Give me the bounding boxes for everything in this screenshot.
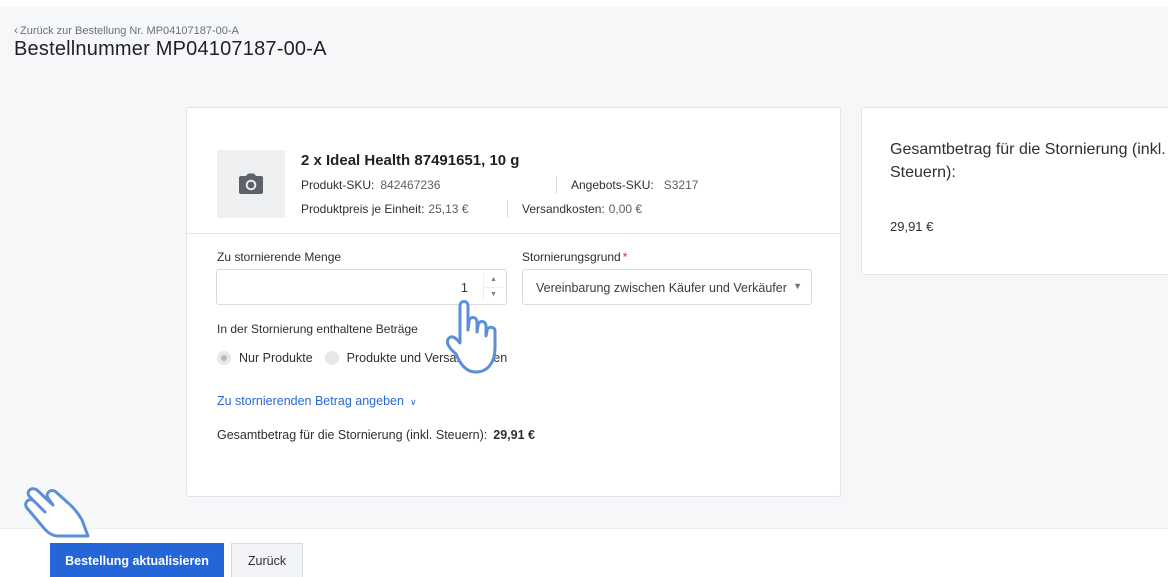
unit-price-value: 25,13 € [428, 202, 469, 216]
unit-price-label: Produktpreis je Einheit: [301, 202, 425, 216]
quantity-label: Zu stornierende Menge [217, 250, 342, 264]
shipping-cost-label: Versandkosten: [522, 202, 605, 216]
radio-label: Nur Produkte [239, 351, 313, 365]
cancellation-total-value: 29,91 € [493, 428, 535, 442]
camera-icon [239, 173, 263, 194]
reason-label: Stornierungsgrund * [522, 250, 627, 264]
specify-amount-link[interactable]: Zu stornierenden Betrag angeben ∨ [217, 394, 417, 408]
chevron-down-icon: ∨ [409, 397, 417, 407]
specify-amount-label: Zu stornierenden Betrag angeben [217, 394, 404, 408]
quantity-stepper[interactable]: 1 ▲ ▼ [216, 269, 507, 305]
radio-button-selected[interactable] [217, 351, 231, 365]
back-link-label: Zurück zur Bestellung Nr. MP04107187-00-… [20, 25, 239, 37]
summary-value: 29,91 € [890, 219, 934, 234]
unit-price: Produktpreis je Einheit: 25,13 € [301, 202, 468, 216]
shipping-cost-value: 0,00 € [608, 202, 643, 216]
page-title: Bestellnummer MP04107187-00-A [14, 38, 327, 60]
amounts-radio-group: Nur Produkte Produkte und Versandkosten [217, 351, 519, 365]
summary-card: Gesamtbetrag für die Stornierung (inkl. … [861, 107, 1168, 275]
cancellation-total: Gesamtbetrag für die Stornierung (inkl. … [217, 428, 535, 442]
radio-products-and-shipping[interactable]: Produkte und Versandkosten [324, 351, 508, 365]
offer-sku: Angebots-SKU: S3217 [571, 178, 698, 192]
reason-select-value: Vereinbarung zwischen Käufer und Verkäuf… [536, 281, 787, 295]
cancellation-total-label: Gesamtbetrag für die Stornierung (inkl. … [217, 428, 488, 442]
caret-down-icon: ▼ [793, 281, 802, 291]
radio-label: Produkte und Versandkosten [346, 351, 508, 365]
page-header: ‹ Zurück zur Bestellung Nr. MP04107187-00… [0, 7, 1168, 87]
product-image-placeholder [217, 150, 285, 218]
amounts-label: In der Stornierung enthaltene Beträge [217, 322, 418, 336]
meta-divider [507, 200, 508, 218]
cancellation-card: 2 x Ideal Health 87491651, 10 g Produkt-… [186, 107, 841, 497]
quantity-value: 1 [460, 280, 468, 295]
product-sku-label: Produkt-SKU: [301, 178, 375, 192]
product-sku-value: 842467236 [380, 178, 441, 192]
card-divider [187, 233, 840, 234]
summary-title: Gesamtbetrag für die Stornierung (inkl. … [890, 141, 1166, 181]
decrement-arrow-icon[interactable]: ▼ [484, 286, 503, 302]
product-sku: Produkt-SKU: 842467236 [301, 178, 440, 192]
update-order-button[interactable]: Bestellung aktualisieren [50, 543, 224, 577]
radio-button[interactable] [324, 351, 339, 365]
reason-label-text: Stornierungsgrund [522, 250, 621, 264]
chevron-left-icon: ‹ [14, 23, 18, 37]
cancellation-reason-select[interactable]: Vereinbarung zwischen Käufer und Verkäuf… [522, 269, 812, 305]
shipping-cost: Versandkosten: 0,00 € [522, 202, 642, 216]
product-title: 2 x Ideal Health 87491651, 10 g [301, 152, 520, 169]
meta-divider [556, 176, 557, 194]
required-marker: * [622, 250, 628, 264]
increment-arrow-icon[interactable]: ▲ [484, 273, 503, 287]
radio-products-only[interactable]: Nur Produkte [217, 351, 313, 365]
back-button[interactable]: Zurück [231, 543, 303, 577]
offer-sku-value: S3217 [663, 178, 699, 192]
back-to-order-link[interactable]: ‹ Zurück zur Bestellung Nr. MP04107187-00… [14, 23, 239, 37]
top-strip [0, 0, 1168, 7]
stepper-controls: ▲ ▼ [483, 273, 503, 301]
offer-sku-label: Angebots-SKU: [571, 178, 654, 192]
